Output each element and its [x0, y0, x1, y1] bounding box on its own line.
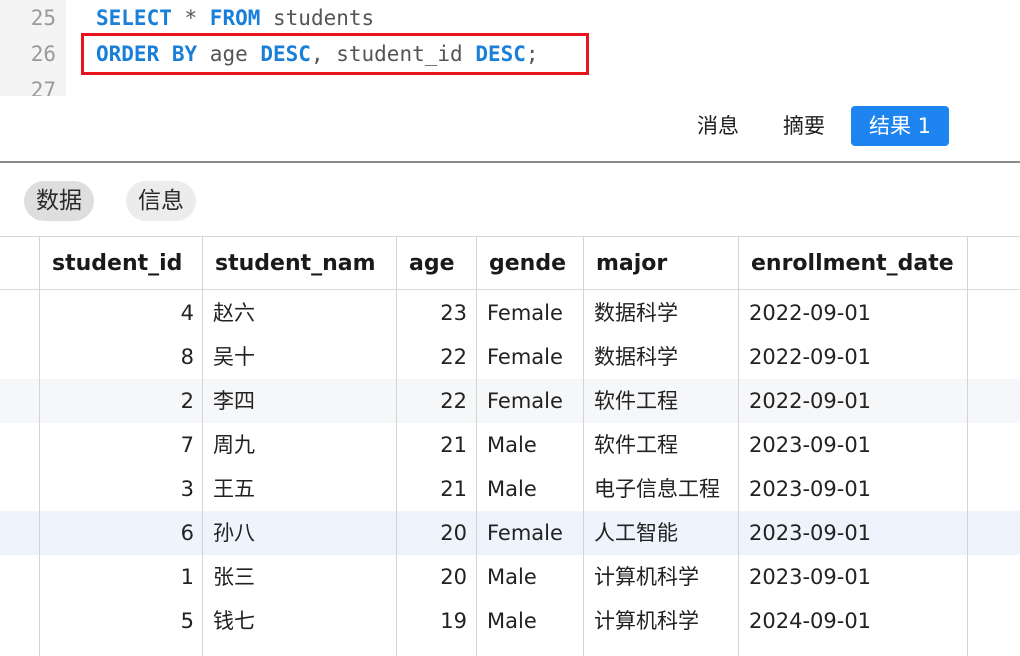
- cell-gender: Female: [487, 521, 563, 545]
- cell-student-name: 赵六: [213, 301, 255, 325]
- cell-major: 软件工程: [594, 389, 678, 413]
- tab-info[interactable]: 信息: [126, 181, 196, 221]
- cell-gender: Male: [487, 565, 537, 589]
- table-row[interactable]: 7 周九 21 Male 软件工程 2023-09-01: [0, 423, 1020, 467]
- cell-enrollment-date: 2022-09-01: [749, 301, 872, 325]
- cell-student-name: 周九: [213, 433, 255, 457]
- column-header-age[interactable]: age: [397, 237, 475, 291]
- cell-student-name: 张三: [213, 565, 255, 589]
- line-number: 25: [30, 6, 56, 30]
- tab-messages[interactable]: 消息: [686, 106, 750, 146]
- sql-editor[interactable]: 25 SELECT * FROM students 26 ORDER BY ag…: [0, 0, 1020, 97]
- line-number: 27: [30, 78, 56, 97]
- sql-keyword: FROM: [209, 6, 261, 30]
- cell-student-id: 4: [180, 301, 194, 325]
- cell-major: 人工智能: [594, 521, 678, 545]
- table-header: student_id student_nam age gende major e…: [0, 236, 1020, 290]
- column-header-enrollment-date[interactable]: enrollment_date: [739, 237, 967, 291]
- cell-student-id: 5: [180, 609, 194, 633]
- cell-enrollment-date: 2024-09-01: [749, 609, 872, 633]
- cell-age: 23: [440, 301, 467, 325]
- column-divider[interactable]: [39, 236, 40, 656]
- cell-enrollment-date: 2023-09-01: [749, 565, 872, 589]
- column-divider[interactable]: [396, 236, 397, 656]
- cell-age: 21: [440, 477, 467, 501]
- cell-major: 数据科学: [594, 345, 678, 369]
- cell-age: 22: [440, 389, 467, 413]
- cell-age: 21: [440, 433, 467, 457]
- cell-major: 计算机科学: [594, 609, 699, 633]
- cell-enrollment-date: 2023-09-01: [749, 433, 872, 457]
- cell-gender: Female: [487, 389, 563, 413]
- cell-major: 软件工程: [594, 433, 678, 457]
- cell-student-name: 王五: [213, 477, 255, 501]
- column-header-major[interactable]: major: [584, 237, 736, 291]
- table-row[interactable]: 8 吴十 22 Female 数据科学 2022-09-01: [0, 335, 1020, 379]
- table-row[interactable]: 3 王五 21 Male 电子信息工程 2023-09-01: [0, 467, 1020, 511]
- line-number: 26: [30, 42, 56, 66]
- cell-student-id: 6: [180, 521, 194, 545]
- cell-enrollment-date: 2023-09-01: [749, 477, 872, 501]
- cell-student-name: 钱七: [213, 609, 255, 633]
- table-row[interactable]: 1 张三 20 Male 计算机科学 2023-09-01: [0, 555, 1020, 599]
- column-header-student-id[interactable]: student_id: [40, 237, 202, 291]
- cell-major: 数据科学: [594, 301, 678, 325]
- highlight-box: [81, 33, 589, 75]
- column-divider[interactable]: [476, 236, 477, 656]
- cell-age: 20: [440, 565, 467, 589]
- cell-age: 19: [440, 609, 467, 633]
- code-text[interactable]: SELECT * FROM students: [96, 0, 374, 36]
- cell-gender: Male: [487, 477, 537, 501]
- column-divider[interactable]: [738, 236, 739, 656]
- table-row[interactable]: 5 钱七 19 Male 计算机科学 2024-09-01: [0, 599, 1020, 643]
- tab-result-1[interactable]: 结果 1: [851, 106, 949, 146]
- cell-student-id: 2: [180, 389, 194, 413]
- cell-enrollment-date: 2022-09-01: [749, 345, 872, 369]
- tab-data[interactable]: 数据: [24, 181, 94, 221]
- code-line-27[interactable]: 27: [0, 72, 1020, 97]
- cell-student-name: 孙八: [213, 521, 255, 545]
- column-header-gender[interactable]: gende: [477, 237, 582, 291]
- cell-gender: Male: [487, 609, 537, 633]
- sql-text: students: [260, 6, 375, 30]
- cell-student-id: 8: [180, 345, 194, 369]
- cell-student-name: 吴十: [213, 345, 255, 369]
- cell-enrollment-date: 2022-09-01: [749, 389, 872, 413]
- cell-enrollment-date: 2023-09-01: [749, 521, 872, 545]
- code-line-25[interactable]: 25 SELECT * FROM students: [0, 0, 1020, 36]
- table-row[interactable]: 6 孙八 20 Female 人工智能 2023-09-01: [0, 511, 1020, 555]
- cell-student-name: 李四: [213, 389, 255, 413]
- cell-major: 计算机科学: [594, 565, 699, 589]
- table-row[interactable]: 2 李四 22 Female 软件工程 2022-09-01: [0, 379, 1020, 423]
- result-tab-bar: 消息 摘要 结果 1: [0, 96, 1020, 163]
- results-table: student_id student_nam age gende major e…: [0, 236, 1020, 656]
- cell-major: 电子信息工程: [594, 477, 720, 501]
- cell-gender: Male: [487, 433, 537, 457]
- column-divider[interactable]: [202, 236, 203, 656]
- sql-text: *: [171, 6, 210, 30]
- column-divider[interactable]: [967, 236, 968, 656]
- cell-gender: Female: [487, 301, 563, 325]
- cell-student-id: 3: [180, 477, 194, 501]
- cell-age: 20: [440, 521, 467, 545]
- cell-gender: Female: [487, 345, 563, 369]
- tab-summary[interactable]: 摘要: [771, 106, 837, 146]
- sql-keyword: SELECT: [96, 6, 172, 30]
- cell-age: 22: [440, 345, 467, 369]
- table-row[interactable]: 4 赵六 23 Female 数据科学 2022-09-01: [0, 291, 1020, 335]
- cell-student-id: 1: [180, 565, 194, 589]
- cell-student-id: 7: [180, 433, 194, 457]
- column-header-student-name[interactable]: student_nam: [203, 237, 395, 291]
- column-divider[interactable]: [583, 236, 584, 656]
